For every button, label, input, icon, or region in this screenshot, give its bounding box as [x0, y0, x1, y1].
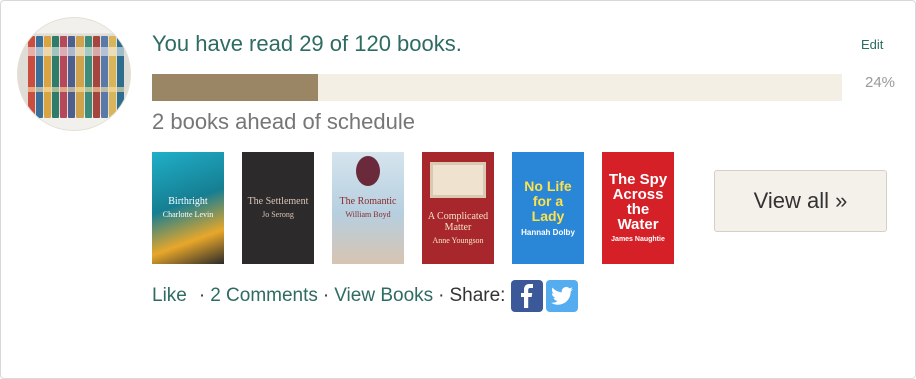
reading-challenge-card: You have read 29 of 120 books. Edit 24% … [0, 0, 916, 379]
book-author: Anne Youngson [432, 235, 484, 245]
book-author: Charlotte Levin [162, 210, 214, 220]
book-author: James Naughtie [611, 236, 665, 244]
facebook-share-button[interactable] [511, 280, 544, 312]
book-title: The Settlement [247, 196, 309, 208]
window-icon [430, 162, 486, 198]
book-spine [100, 36, 108, 118]
separator: · [438, 285, 445, 306]
comments-link[interactable]: 2 Comments [210, 285, 318, 307]
separator: · [322, 285, 330, 306]
book-author: Hannah Dolby [521, 227, 575, 237]
book-spine [44, 36, 52, 118]
like-link[interactable]: Like [152, 285, 187, 307]
book-spine [76, 36, 84, 118]
book-cover[interactable]: The Spy Across the Water James Naughtie [602, 152, 674, 264]
book-spine [108, 36, 116, 118]
book-cover[interactable]: No Life for a Lady Hannah Dolby [512, 152, 584, 264]
edit-link[interactable]: Edit [861, 37, 883, 52]
book-title: Birthright [168, 196, 208, 208]
progress-percent: 24% [865, 74, 896, 91]
balloon-icon [356, 156, 380, 186]
book-title: No Life for a Lady [524, 177, 572, 225]
challenge-headline: You have read 29 of 120 books. [152, 31, 462, 56]
book-spine [84, 36, 92, 118]
progress-bar-fill [152, 74, 318, 101]
book-cover[interactable]: A Complicated Matter Anne Youngson [422, 152, 494, 264]
view-all-button[interactable]: View all » [714, 170, 887, 232]
book-spine [116, 36, 125, 118]
schedule-status: 2 books ahead of schedule [152, 109, 415, 134]
book-spine [92, 36, 100, 118]
book-spine [28, 36, 36, 118]
twitter-share-button[interactable] [546, 280, 579, 312]
book-spine [36, 36, 44, 118]
challenge-avatar[interactable] [17, 17, 131, 131]
book-spine [60, 36, 68, 118]
progress-bar [152, 74, 842, 101]
facebook-icon [521, 284, 534, 308]
book-spine [68, 36, 76, 118]
book-author: Jo Serong [262, 210, 294, 220]
book-spine [52, 36, 60, 118]
separator: · [198, 285, 206, 306]
book-covers-list: Birthright Charlotte Levin The Settlemen… [152, 152, 674, 264]
twitter-icon [551, 286, 574, 305]
book-title: The Romantic [339, 196, 397, 208]
book-title: A Complicated Matter [427, 210, 489, 233]
bookshelf-image [28, 36, 125, 118]
share-label: Share: [449, 285, 506, 306]
actions-bar: Like · 2 Comments · View Books · Share: [152, 280, 579, 312]
book-cover[interactable]: Birthright Charlotte Levin [152, 152, 224, 264]
book-author: William Boyd [345, 210, 391, 220]
book-cover[interactable]: The Settlement Jo Serong [242, 152, 314, 264]
view-books-link[interactable]: View Books [334, 285, 433, 307]
book-title: The Spy Across the Water [608, 171, 668, 234]
book-cover[interactable]: The Romantic William Boyd [332, 152, 404, 264]
